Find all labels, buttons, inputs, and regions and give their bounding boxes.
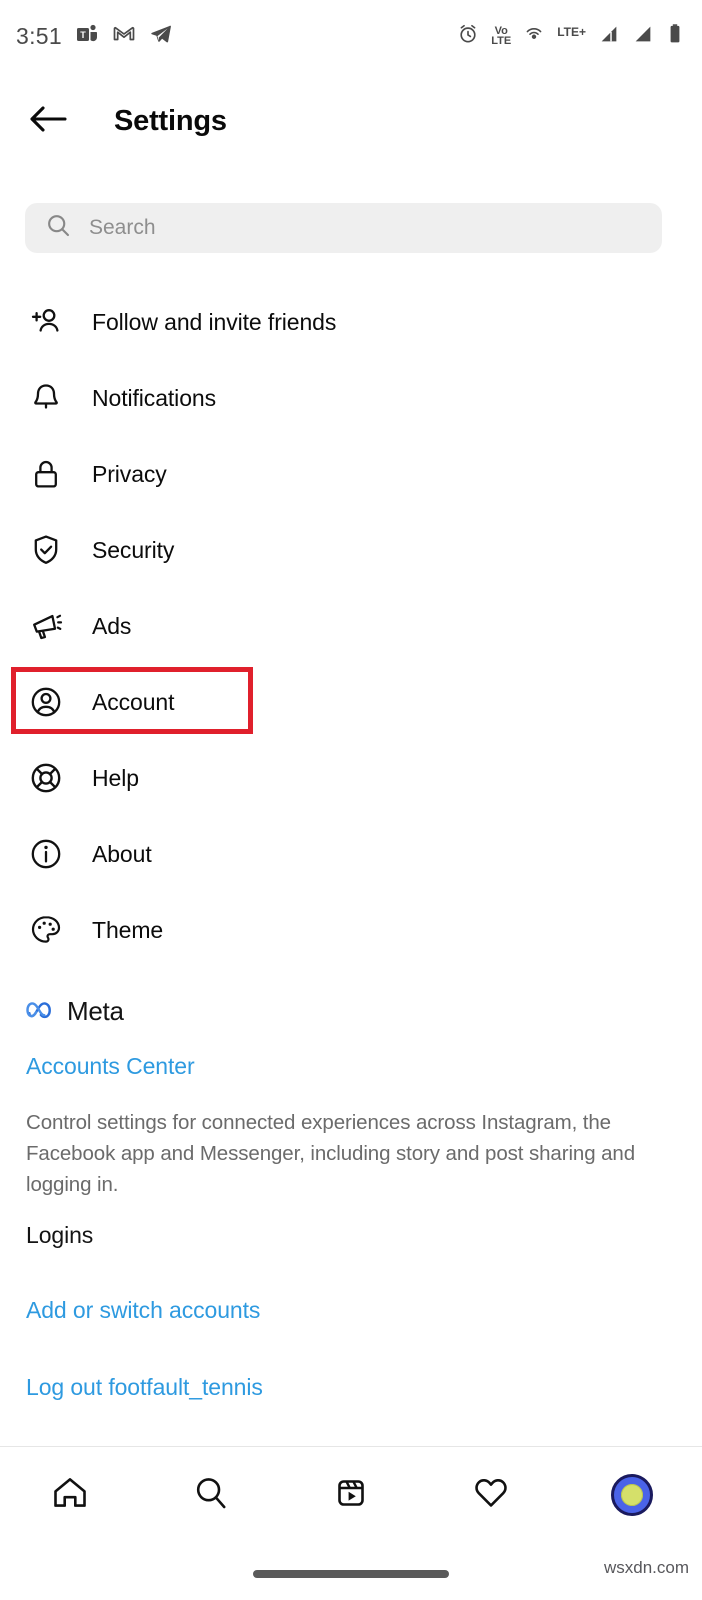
status-bar-left: 3:51 T — [16, 22, 173, 51]
menu-item-label: Help — [92, 764, 139, 791]
nav-activity-button[interactable] — [456, 1460, 526, 1530]
signal-1-icon — [598, 23, 620, 50]
signal-2-icon — [632, 23, 654, 50]
search-bar[interactable] — [25, 203, 662, 253]
nav-profile-button[interactable] — [597, 1460, 667, 1530]
home-indicator[interactable] — [253, 1570, 449, 1578]
menu-item-account[interactable]: Account — [0, 664, 702, 740]
menu-item-label: Ads — [92, 612, 132, 639]
status-bar-right: Vo LTE LTE+ — [457, 23, 684, 50]
menu-item-label: Notifications — [92, 384, 216, 411]
menu-item-ads[interactable]: Ads — [0, 588, 702, 664]
life-ring-icon — [26, 758, 66, 798]
reels-icon — [331, 1473, 371, 1518]
back-button[interactable] — [26, 99, 70, 143]
alarm-icon — [457, 23, 479, 50]
bottom-navigation-bar — [0, 1446, 702, 1543]
heart-icon — [471, 1473, 511, 1518]
menu-item-label: About — [92, 840, 152, 867]
meta-description: Control settings for connected experienc… — [26, 1111, 636, 1197]
settings-menu: Follow and invite friends Notifications … — [0, 284, 702, 968]
menu-item-privacy[interactable]: Privacy — [0, 436, 702, 512]
back-arrow-icon — [28, 102, 68, 141]
accounts-center-link[interactable]: Accounts Center — [26, 1053, 676, 1080]
log-out-link[interactable]: Log out footfault_tennis — [26, 1374, 676, 1401]
menu-item-about[interactable]: About — [0, 816, 702, 892]
meta-infinity-icon — [26, 998, 58, 1025]
watermark: wsxdn.com — [603, 1558, 689, 1577]
gmail-icon — [112, 22, 136, 51]
status-bar-clock: 3:51 — [16, 22, 62, 49]
menu-item-help[interactable]: Help — [0, 740, 702, 816]
menu-item-follow-and-invite-friends[interactable]: Follow and invite friends — [0, 284, 702, 360]
search-icon — [45, 212, 72, 244]
menu-item-label: Security — [92, 536, 175, 563]
volte-icon: Vo LTE — [491, 25, 512, 47]
telegram-icon — [149, 22, 173, 51]
search-input[interactable] — [89, 216, 609, 240]
meta-section: Meta Accounts Center Control settings fo… — [26, 996, 676, 1200]
menu-item-notifications[interactable]: Notifications — [0, 360, 702, 436]
phone-screen: 3:51 T Vo LTE LTE+ Settings Search Follo… — [0, 0, 702, 1600]
meta-brand-label: Meta — [67, 996, 124, 1026]
home-icon — [50, 1473, 90, 1518]
menu-item-security[interactable]: Security — [0, 512, 702, 588]
person-add-icon — [26, 302, 66, 342]
logins-section: Logins Add or switch accounts Log out fo… — [26, 1222, 676, 1401]
megaphone-icon — [26, 606, 66, 646]
palette-icon — [26, 910, 66, 950]
volte-bottom-text: LTE — [491, 35, 512, 47]
info-circle-icon — [26, 834, 66, 874]
nav-search-button[interactable] — [176, 1460, 246, 1530]
lock-icon — [26, 454, 66, 494]
menu-item-theme[interactable]: Theme — [0, 892, 702, 968]
account-circle-icon — [26, 682, 66, 722]
menu-item-label: Account — [92, 688, 175, 715]
svg-text:T: T — [80, 30, 86, 40]
menu-item-label: Theme — [92, 916, 164, 943]
app-header: Settings — [0, 80, 702, 162]
battery-icon — [666, 23, 684, 50]
profile-avatar-icon — [610, 1474, 653, 1516]
nav-home-button[interactable] — [35, 1460, 105, 1530]
bell-icon — [26, 378, 66, 418]
search-icon — [191, 1473, 231, 1518]
page-title: Settings — [114, 104, 227, 137]
menu-item-label: Follow and invite friends — [92, 308, 337, 335]
nav-reels-button[interactable] — [316, 1460, 386, 1530]
shield-check-icon — [26, 530, 66, 570]
teams-icon: T — [75, 22, 99, 51]
add-or-switch-accounts-link[interactable]: Add or switch accounts — [26, 1297, 676, 1324]
hotspot-icon — [523, 23, 545, 50]
menu-item-label: Privacy — [92, 460, 167, 487]
logins-heading: Logins — [26, 1222, 94, 1248]
meta-brand-row: Meta — [26, 996, 676, 1027]
lte-plus-icon: LTE+ — [557, 25, 586, 39]
status-bar: 3:51 T Vo LTE LTE+ — [0, 0, 702, 72]
